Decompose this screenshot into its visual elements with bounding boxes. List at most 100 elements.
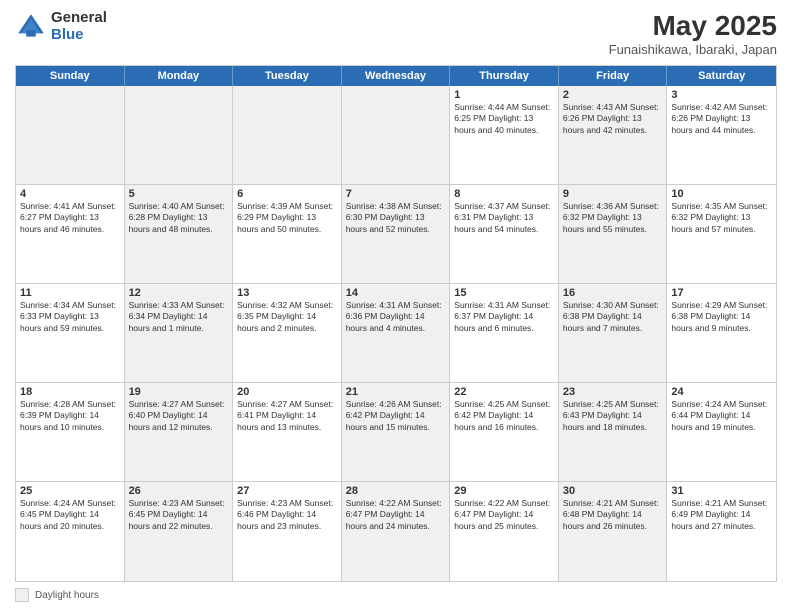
- calendar-cell: 24Sunrise: 4:24 AM Sunset: 6:44 PM Dayli…: [667, 383, 776, 481]
- title-block: May 2025 Funaishikawa, Ibaraki, Japan: [609, 10, 777, 57]
- day-number: 8: [454, 188, 554, 200]
- day-number: 2: [563, 89, 663, 101]
- cell-text: Sunrise: 4:40 AM Sunset: 6:28 PM Dayligh…: [129, 201, 229, 235]
- calendar-cell: 14Sunrise: 4:31 AM Sunset: 6:36 PM Dayli…: [342, 284, 451, 382]
- day-number: 15: [454, 287, 554, 299]
- calendar-cell: 25Sunrise: 4:24 AM Sunset: 6:45 PM Dayli…: [16, 482, 125, 581]
- calendar-cell: [342, 86, 451, 184]
- logo: General Blue: [15, 10, 107, 43]
- day-number: 18: [20, 386, 120, 398]
- day-number: 31: [671, 485, 772, 497]
- calendar-cell: 23Sunrise: 4:25 AM Sunset: 6:43 PM Dayli…: [559, 383, 668, 481]
- day-number: 27: [237, 485, 337, 497]
- cell-text: Sunrise: 4:27 AM Sunset: 6:40 PM Dayligh…: [129, 399, 229, 433]
- calendar-row: 4Sunrise: 4:41 AM Sunset: 6:27 PM Daylig…: [16, 185, 776, 284]
- title-month: May 2025: [609, 10, 777, 42]
- calendar-cell: 9Sunrise: 4:36 AM Sunset: 6:32 PM Daylig…: [559, 185, 668, 283]
- cell-text: Sunrise: 4:28 AM Sunset: 6:39 PM Dayligh…: [20, 399, 120, 433]
- day-number: 16: [563, 287, 663, 299]
- calendar-body: 1Sunrise: 4:44 AM Sunset: 6:25 PM Daylig…: [16, 86, 776, 581]
- header-day: Friday: [559, 66, 668, 86]
- day-number: 5: [129, 188, 229, 200]
- calendar-cell: 6Sunrise: 4:39 AM Sunset: 6:29 PM Daylig…: [233, 185, 342, 283]
- calendar-cell: 10Sunrise: 4:35 AM Sunset: 6:32 PM Dayli…: [667, 185, 776, 283]
- calendar-cell: 21Sunrise: 4:26 AM Sunset: 6:42 PM Dayli…: [342, 383, 451, 481]
- calendar-cell: 13Sunrise: 4:32 AM Sunset: 6:35 PM Dayli…: [233, 284, 342, 382]
- calendar-cell: 26Sunrise: 4:23 AM Sunset: 6:45 PM Dayli…: [125, 482, 234, 581]
- calendar-cell: 29Sunrise: 4:22 AM Sunset: 6:47 PM Dayli…: [450, 482, 559, 581]
- shaded-label: Daylight hours: [35, 590, 99, 601]
- calendar-row: 11Sunrise: 4:34 AM Sunset: 6:33 PM Dayli…: [16, 284, 776, 383]
- day-number: 11: [20, 287, 120, 299]
- calendar-header: SundayMondayTuesdayWednesdayThursdayFrid…: [16, 66, 776, 86]
- title-location: Funaishikawa, Ibaraki, Japan: [609, 42, 777, 57]
- calendar-cell: 22Sunrise: 4:25 AM Sunset: 6:42 PM Dayli…: [450, 383, 559, 481]
- calendar-cell: 20Sunrise: 4:27 AM Sunset: 6:41 PM Dayli…: [233, 383, 342, 481]
- header-day: Monday: [125, 66, 234, 86]
- logo-text: General Blue: [51, 10, 107, 43]
- day-number: 26: [129, 485, 229, 497]
- cell-text: Sunrise: 4:25 AM Sunset: 6:42 PM Dayligh…: [454, 399, 554, 433]
- calendar-row: 1Sunrise: 4:44 AM Sunset: 6:25 PM Daylig…: [16, 86, 776, 185]
- day-number: 29: [454, 485, 554, 497]
- calendar-cell: 11Sunrise: 4:34 AM Sunset: 6:33 PM Dayli…: [16, 284, 125, 382]
- logo-blue: Blue: [51, 27, 107, 44]
- calendar-cell: 15Sunrise: 4:31 AM Sunset: 6:37 PM Dayli…: [450, 284, 559, 382]
- day-number: 28: [346, 485, 446, 497]
- cell-text: Sunrise: 4:23 AM Sunset: 6:46 PM Dayligh…: [237, 498, 337, 532]
- calendar-cell: 2Sunrise: 4:43 AM Sunset: 6:26 PM Daylig…: [559, 86, 668, 184]
- calendar-cell: 27Sunrise: 4:23 AM Sunset: 6:46 PM Dayli…: [233, 482, 342, 581]
- cell-text: Sunrise: 4:31 AM Sunset: 6:36 PM Dayligh…: [346, 300, 446, 334]
- calendar-row: 18Sunrise: 4:28 AM Sunset: 6:39 PM Dayli…: [16, 383, 776, 482]
- cell-text: Sunrise: 4:26 AM Sunset: 6:42 PM Dayligh…: [346, 399, 446, 433]
- day-number: 24: [671, 386, 772, 398]
- calendar-cell: 7Sunrise: 4:38 AM Sunset: 6:30 PM Daylig…: [342, 185, 451, 283]
- calendar-cell: 12Sunrise: 4:33 AM Sunset: 6:34 PM Dayli…: [125, 284, 234, 382]
- footer-note: Daylight hours: [15, 588, 777, 602]
- day-number: 17: [671, 287, 772, 299]
- cell-text: Sunrise: 4:27 AM Sunset: 6:41 PM Dayligh…: [237, 399, 337, 433]
- day-number: 4: [20, 188, 120, 200]
- day-number: 22: [454, 386, 554, 398]
- day-number: 1: [454, 89, 554, 101]
- cell-text: Sunrise: 4:37 AM Sunset: 6:31 PM Dayligh…: [454, 201, 554, 235]
- cell-text: Sunrise: 4:24 AM Sunset: 6:44 PM Dayligh…: [671, 399, 772, 433]
- day-number: 25: [20, 485, 120, 497]
- cell-text: Sunrise: 4:25 AM Sunset: 6:43 PM Dayligh…: [563, 399, 663, 433]
- logo-icon: [15, 11, 47, 43]
- day-number: 9: [563, 188, 663, 200]
- cell-text: Sunrise: 4:44 AM Sunset: 6:25 PM Dayligh…: [454, 102, 554, 136]
- calendar: SundayMondayTuesdayWednesdayThursdayFrid…: [15, 65, 777, 582]
- calendar-cell: [16, 86, 125, 184]
- header: General Blue May 2025 Funaishikawa, Ibar…: [15, 10, 777, 57]
- cell-text: Sunrise: 4:33 AM Sunset: 6:34 PM Dayligh…: [129, 300, 229, 334]
- header-day: Thursday: [450, 66, 559, 86]
- day-number: 14: [346, 287, 446, 299]
- calendar-cell: 8Sunrise: 4:37 AM Sunset: 6:31 PM Daylig…: [450, 185, 559, 283]
- day-number: 19: [129, 386, 229, 398]
- cell-text: Sunrise: 4:31 AM Sunset: 6:37 PM Dayligh…: [454, 300, 554, 334]
- cell-text: Sunrise: 4:29 AM Sunset: 6:38 PM Dayligh…: [671, 300, 772, 334]
- cell-text: Sunrise: 4:39 AM Sunset: 6:29 PM Dayligh…: [237, 201, 337, 235]
- day-number: 7: [346, 188, 446, 200]
- cell-text: Sunrise: 4:32 AM Sunset: 6:35 PM Dayligh…: [237, 300, 337, 334]
- calendar-cell: 30Sunrise: 4:21 AM Sunset: 6:48 PM Dayli…: [559, 482, 668, 581]
- day-number: 10: [671, 188, 772, 200]
- calendar-cell: 19Sunrise: 4:27 AM Sunset: 6:40 PM Dayli…: [125, 383, 234, 481]
- day-number: 30: [563, 485, 663, 497]
- cell-text: Sunrise: 4:36 AM Sunset: 6:32 PM Dayligh…: [563, 201, 663, 235]
- day-number: 13: [237, 287, 337, 299]
- cell-text: Sunrise: 4:43 AM Sunset: 6:26 PM Dayligh…: [563, 102, 663, 136]
- cell-text: Sunrise: 4:38 AM Sunset: 6:30 PM Dayligh…: [346, 201, 446, 235]
- day-number: 21: [346, 386, 446, 398]
- calendar-cell: 17Sunrise: 4:29 AM Sunset: 6:38 PM Dayli…: [667, 284, 776, 382]
- calendar-cell: 28Sunrise: 4:22 AM Sunset: 6:47 PM Dayli…: [342, 482, 451, 581]
- calendar-cell: 3Sunrise: 4:42 AM Sunset: 6:26 PM Daylig…: [667, 86, 776, 184]
- page: General Blue May 2025 Funaishikawa, Ibar…: [0, 0, 792, 612]
- day-number: 20: [237, 386, 337, 398]
- cell-text: Sunrise: 4:22 AM Sunset: 6:47 PM Dayligh…: [454, 498, 554, 532]
- cell-text: Sunrise: 4:21 AM Sunset: 6:49 PM Dayligh…: [671, 498, 772, 532]
- calendar-cell: 16Sunrise: 4:30 AM Sunset: 6:38 PM Dayli…: [559, 284, 668, 382]
- calendar-cell: 5Sunrise: 4:40 AM Sunset: 6:28 PM Daylig…: [125, 185, 234, 283]
- day-number: 12: [129, 287, 229, 299]
